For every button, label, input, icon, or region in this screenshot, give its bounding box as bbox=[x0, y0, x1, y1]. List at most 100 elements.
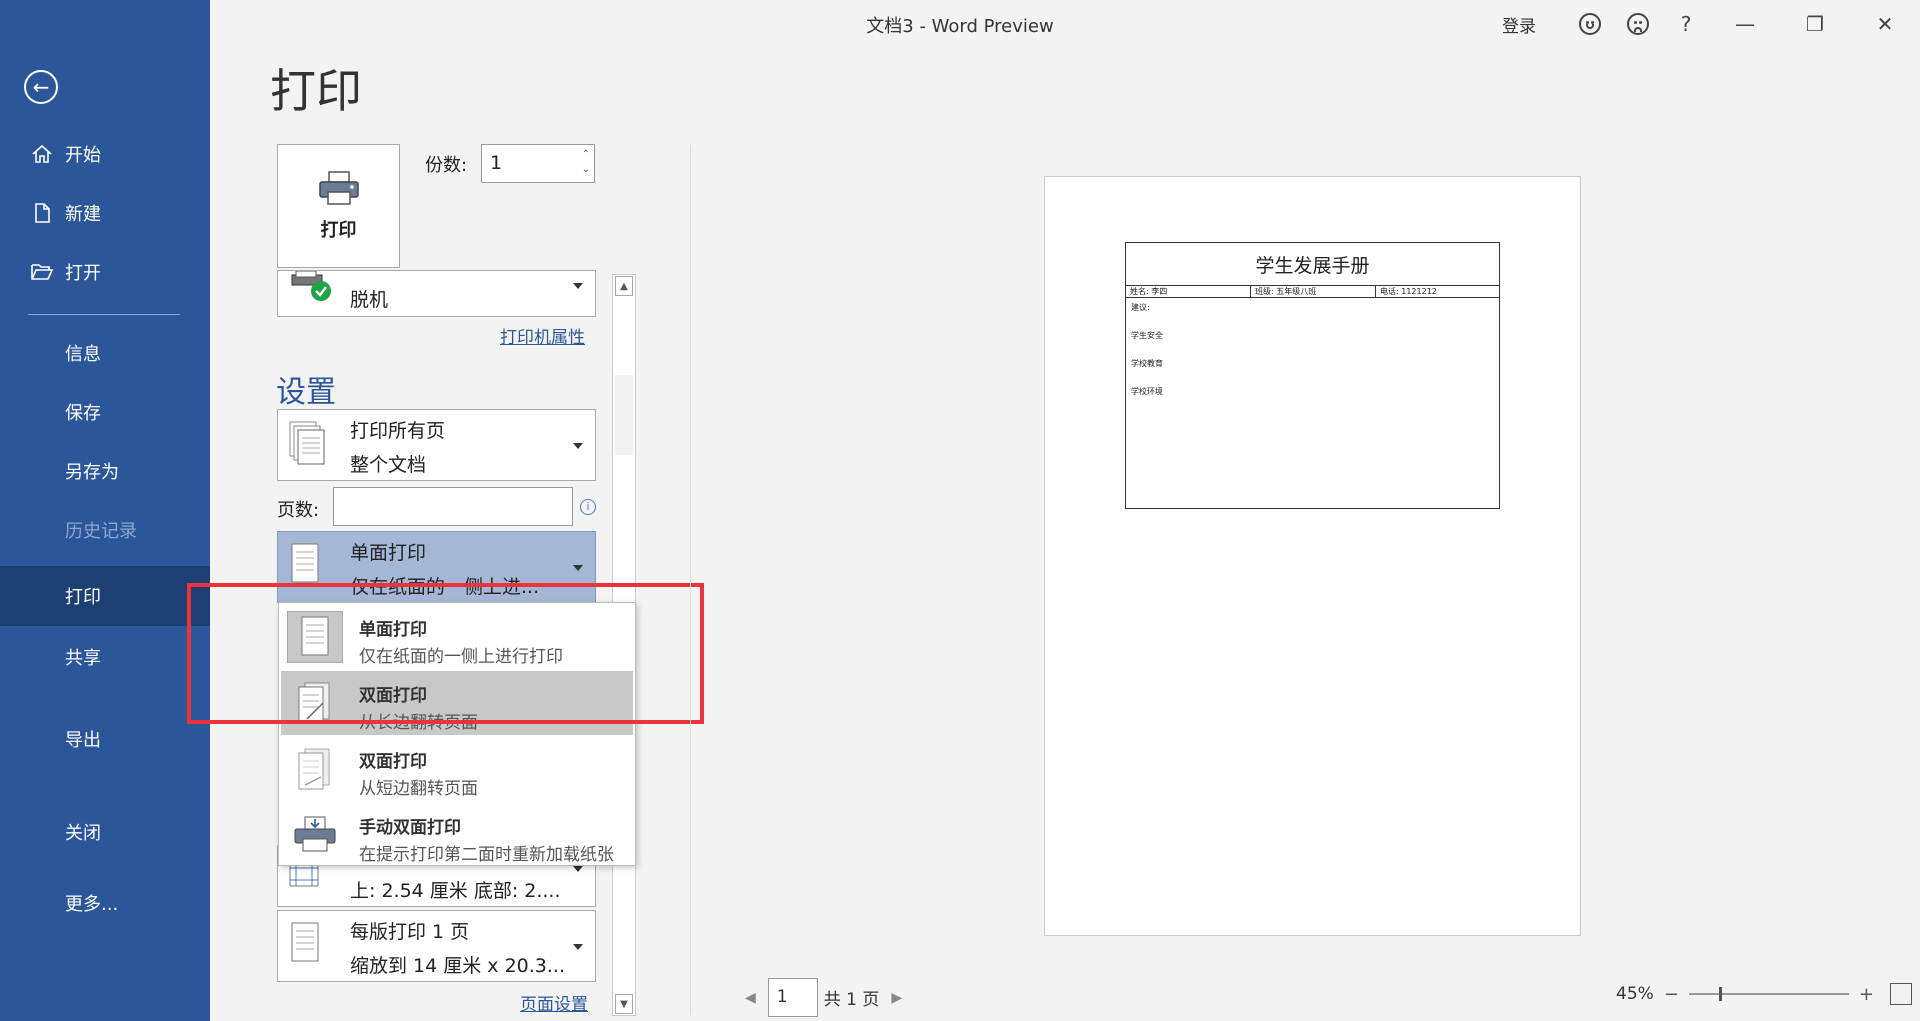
print-range-label: 打印所有页 bbox=[350, 420, 446, 442]
nav-label: 更多... bbox=[65, 894, 119, 915]
pages-per-sheet-select[interactable]: 每版打印 1 页 缩放到 14 厘米 x 20.3... bbox=[277, 910, 596, 982]
chevron-down-icon bbox=[573, 565, 583, 571]
nav-label: 打开 bbox=[65, 263, 101, 284]
menu-item-duplex-long[interactable]: 双面打印 从长边翻转页面 bbox=[281, 671, 633, 735]
nav-print[interactable]: 打印 bbox=[0, 566, 210, 626]
restore-icon[interactable]: ❐ bbox=[1780, 8, 1850, 40]
nav-new[interactable]: 新建 bbox=[0, 187, 210, 239]
menu-item-title: 单面打印 bbox=[359, 620, 427, 640]
nav-save-as[interactable]: 另存为 bbox=[0, 445, 210, 497]
class-field: 班级: 五年级八班 bbox=[1251, 286, 1376, 297]
printer-status: 脱机 bbox=[350, 289, 389, 311]
doc-line: 学校环境 bbox=[1131, 387, 1163, 396]
nav-label: 信息 bbox=[65, 344, 101, 365]
document-form: 学生发展手册 姓名: 李四 班级: 五年级八班 电话: 1121212 建议: … bbox=[1125, 242, 1500, 509]
print-button[interactable]: 打印 bbox=[277, 144, 400, 268]
zoom-slider[interactable] bbox=[1688, 987, 1849, 1001]
pages-icon bbox=[288, 420, 328, 474]
doc-line: 学生安全 bbox=[1131, 331, 1163, 340]
pages-input[interactable] bbox=[333, 487, 573, 526]
name-field: 姓名: 李四 bbox=[1126, 286, 1251, 297]
printer-properties-link[interactable]: 打印机属性 bbox=[500, 323, 585, 348]
zoom-control: 45% − + bbox=[1616, 983, 1920, 1005]
signin-link[interactable]: 登录 bbox=[1502, 12, 1536, 37]
nav-label: 另存为 bbox=[65, 462, 119, 483]
nav-more[interactable]: 更多... bbox=[0, 877, 210, 929]
print-range-desc: 整个文档 bbox=[350, 454, 427, 476]
titlebar-controls: 登录 ? — ❐ ✕ bbox=[1502, 8, 1920, 40]
fit-page-icon[interactable] bbox=[1890, 983, 1912, 1005]
zoom-out-icon[interactable]: − bbox=[1664, 984, 1679, 1005]
nav-divider bbox=[28, 314, 180, 315]
menu-item-title: 双面打印 bbox=[359, 686, 427, 706]
copies-stepper[interactable]: ⌃ ⌄ bbox=[582, 147, 590, 177]
nav-close[interactable]: 关闭 bbox=[0, 806, 210, 858]
menu-item-title: 手动双面打印 bbox=[359, 818, 461, 838]
nav-save[interactable]: 保存 bbox=[0, 386, 210, 438]
nav-open[interactable]: 打开 bbox=[0, 246, 210, 298]
zoom-level[interactable]: 45% bbox=[1616, 984, 1654, 1004]
sided-label: 单面打印 bbox=[350, 542, 427, 564]
single-side-icon bbox=[287, 611, 343, 663]
single-side-icon bbox=[288, 542, 322, 590]
total-pages: 共 1 页 bbox=[823, 990, 880, 1010]
nav-info[interactable]: 信息 bbox=[0, 327, 210, 379]
info-icon[interactable]: i bbox=[580, 499, 596, 515]
printer-online-icon bbox=[288, 270, 340, 309]
chevron-down-icon bbox=[573, 443, 583, 449]
copies-value: 1 bbox=[490, 152, 503, 174]
copies-input[interactable]: 1 ⌃ ⌄ bbox=[481, 144, 595, 183]
help-icon[interactable]: ? bbox=[1662, 8, 1710, 40]
page-per-sheet-icon bbox=[288, 921, 322, 969]
frown-feedback-icon[interactable] bbox=[1614, 8, 1662, 40]
nav-label: 新建 bbox=[65, 204, 101, 225]
zoom-slider-knob[interactable] bbox=[1718, 987, 1722, 1001]
duplex-short-edge-icon bbox=[287, 743, 343, 795]
next-page-icon[interactable]: ▶ bbox=[891, 990, 902, 1006]
zoom-in-icon[interactable]: + bbox=[1859, 984, 1874, 1005]
nav-export[interactable]: 导出 bbox=[0, 713, 210, 765]
pages-label: 页数: bbox=[277, 500, 320, 521]
document-title: 学生发展手册 bbox=[1255, 255, 1370, 277]
copies-label: 份数: bbox=[425, 155, 468, 176]
nav-label: 共享 bbox=[65, 648, 101, 669]
printer-select[interactable]: 脱机 bbox=[277, 270, 596, 317]
manual-duplex-printer-icon bbox=[287, 809, 343, 861]
nav-label: 打印 bbox=[65, 587, 101, 608]
menu-item-manual-duplex[interactable]: 手动双面打印 在提示打印第二面时重新加载纸张 bbox=[281, 803, 633, 867]
doc-line: 学校教育 bbox=[1131, 359, 1163, 368]
nav-label: 保存 bbox=[65, 403, 101, 424]
backstage-sidebar: ← 开始 新建 打开 信息 保存 另存为 历史记录 打印 共享 导出 关闭 更多… bbox=[0, 0, 210, 1021]
close-icon[interactable]: ✕ bbox=[1850, 8, 1920, 40]
nav-share[interactable]: 共享 bbox=[0, 631, 210, 683]
nav-home[interactable]: 开始 bbox=[0, 128, 210, 180]
nav-history: 历史记录 bbox=[0, 504, 210, 556]
pages-per-sheet-desc: 缩放到 14 厘米 x 20.3... bbox=[350, 955, 566, 977]
menu-item-desc: 在提示打印第二面时重新加载纸张 bbox=[359, 845, 614, 865]
current-page-input[interactable]: 1 bbox=[767, 978, 818, 1017]
menu-item-title: 双面打印 bbox=[359, 752, 427, 772]
print-range-select[interactable]: 打印所有页 整个文档 bbox=[277, 409, 596, 481]
menu-item-duplex-short[interactable]: 双面打印 从短边翻转页面 bbox=[281, 737, 633, 801]
new-doc-icon bbox=[30, 201, 54, 225]
menu-item-single-sided[interactable]: 单面打印 仅在纸面的一侧上进行打印 bbox=[281, 605, 633, 669]
scroll-thumb[interactable] bbox=[615, 375, 633, 455]
scroll-down-icon[interactable]: ▼ bbox=[615, 994, 633, 1014]
minimize-icon[interactable]: — bbox=[1710, 8, 1780, 40]
prev-page-icon[interactable]: ◀ bbox=[745, 990, 756, 1006]
scroll-up-icon[interactable]: ▲ bbox=[615, 276, 633, 296]
sided-select[interactable]: 单面打印 仅在纸面的一侧上进... bbox=[277, 531, 596, 603]
chevron-down-icon bbox=[573, 283, 583, 289]
smile-feedback-icon[interactable] bbox=[1566, 8, 1614, 40]
print-preview-page: 学生发展手册 姓名: 李四 班级: 五年级八班 电话: 1121212 建议: … bbox=[1044, 176, 1581, 936]
doc-line: 建议: bbox=[1131, 303, 1150, 312]
phone-field: 电话: 1121212 bbox=[1380, 287, 1437, 296]
menu-item-desc: 仅在纸面的一侧上进行打印 bbox=[359, 647, 563, 667]
print-button-label: 打印 bbox=[320, 220, 357, 241]
panel-divider bbox=[690, 145, 691, 1015]
printer-icon bbox=[317, 170, 361, 210]
menu-item-desc: 从长边翻转页面 bbox=[359, 713, 478, 733]
chevron-down-icon bbox=[573, 944, 583, 950]
back-arrow-icon[interactable]: ← bbox=[24, 70, 58, 104]
page-setup-link[interactable]: 页面设置 bbox=[520, 990, 588, 1015]
